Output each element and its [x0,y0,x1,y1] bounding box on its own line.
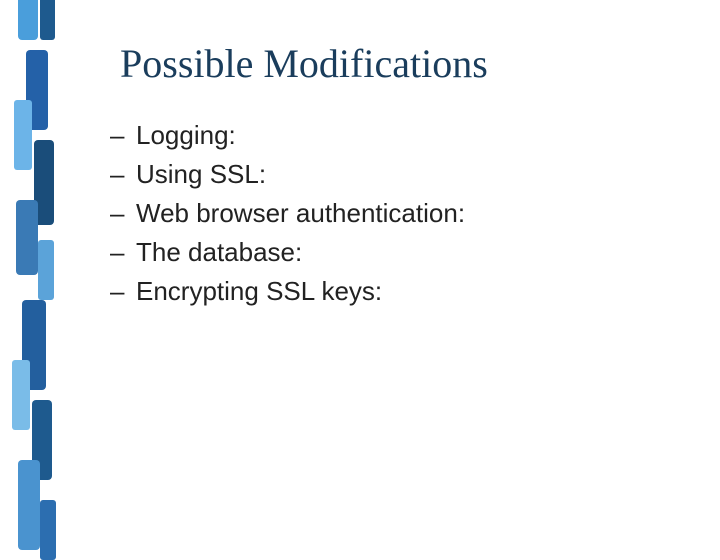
decor-bar [40,500,56,560]
bullet-dash: – [110,159,128,190]
slide-title: Possible Modifications [120,40,488,87]
decor-bar [14,100,32,170]
decor-bar [40,0,55,40]
bullet-dash: – [110,237,128,268]
bullet-dash: – [110,198,128,229]
bullet-item: – Web browser authentication: [110,198,465,229]
decorative-sidebar [0,0,60,540]
bullet-item: – The database: [110,237,465,268]
bullet-text: Using SSL: [136,159,266,190]
bullet-text: Logging: [136,120,236,151]
decor-bar [16,200,38,275]
decor-bar [18,0,38,40]
bullet-text: The database: [136,237,302,268]
bullet-item: – Logging: [110,120,465,151]
bullet-dash: – [110,276,128,307]
decor-bar [18,460,40,550]
decor-bar [12,360,30,430]
bullet-item: – Using SSL: [110,159,465,190]
bullet-text: Web browser authentication: [136,198,465,229]
bullet-text: Encrypting SSL keys: [136,276,382,307]
decor-bar [38,240,54,300]
bullet-dash: – [110,120,128,151]
slide-body: – Logging: – Using SSL: – Web browser au… [110,120,465,315]
bullet-item: – Encrypting SSL keys: [110,276,465,307]
